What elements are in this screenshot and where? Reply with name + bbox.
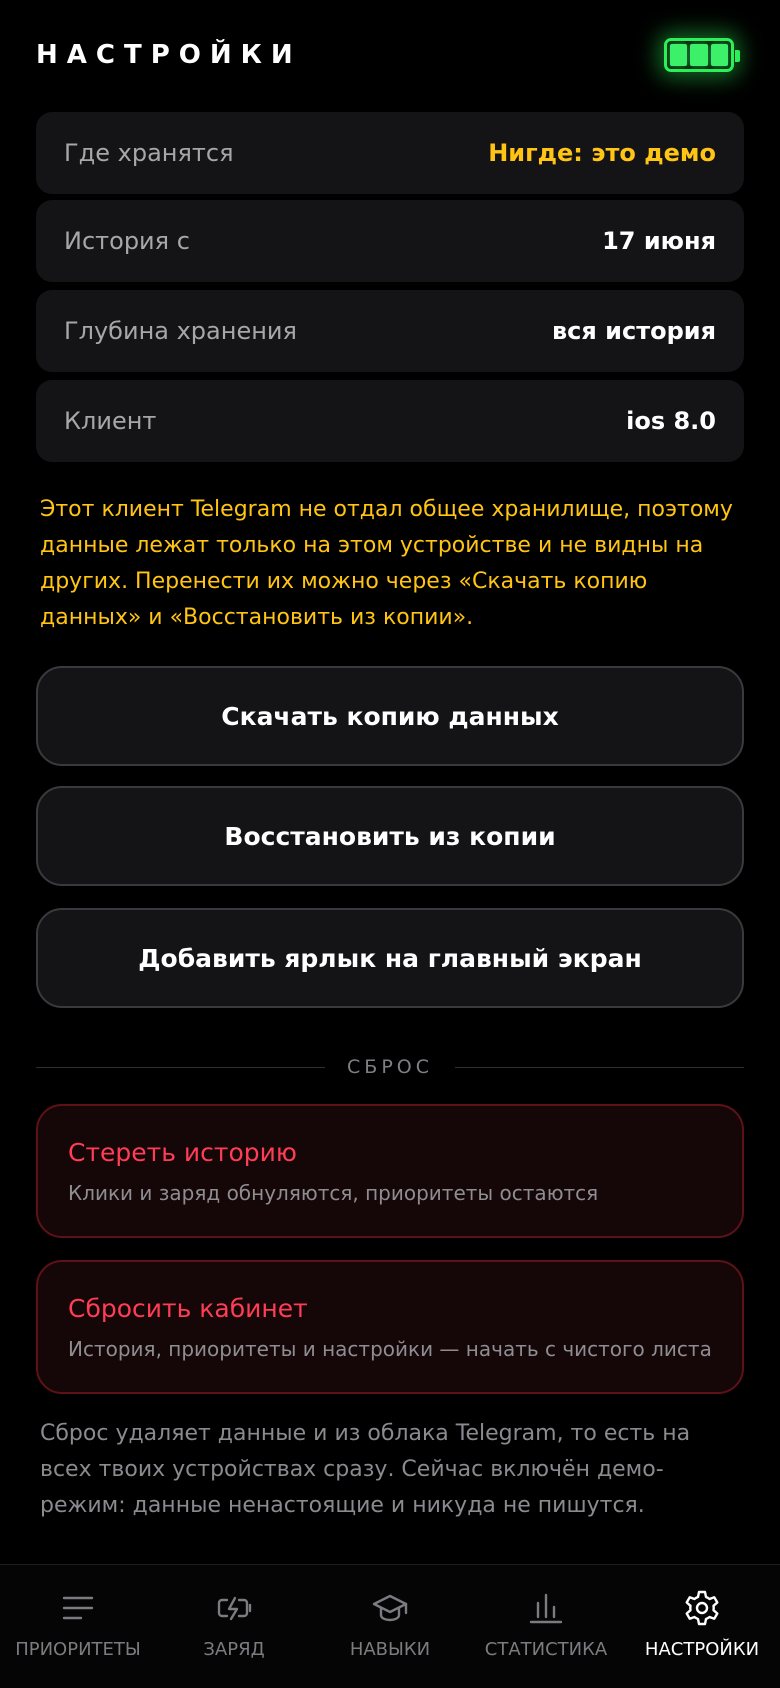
- tab-label: НАСТРОЙКИ: [644, 1639, 760, 1660]
- reset-cabinet-title: Сбросить кабинет: [68, 1294, 308, 1323]
- reset-divider: СБРОС: [36, 1054, 745, 1080]
- erase-history-title: Стереть историю: [68, 1138, 297, 1167]
- info-row-storage-depth: Глубина хранения вся история: [36, 290, 744, 372]
- info-label: Глубина хранения: [64, 317, 297, 345]
- info-value: вся история: [551, 317, 716, 345]
- info-label: Где хранятся: [64, 139, 234, 167]
- info-value: Нигде: это демо: [488, 139, 716, 167]
- info-label: История с: [64, 227, 190, 255]
- download-copy-button[interactable]: Скачать копию данных: [36, 666, 744, 766]
- tab-charge[interactable]: ЗАРЯД: [156, 1565, 312, 1688]
- info-value: ios 8.0: [626, 407, 716, 435]
- info-row-storage: Где хранятся Нигде: это демо: [36, 112, 744, 194]
- erase-history-button[interactable]: Стереть историю Клики и заряд обнуляются…: [36, 1104, 744, 1238]
- storage-notice: Этот клиент Telegram не отдал общее хран…: [40, 497, 733, 630]
- tab-label: ПРИОРИТЕТЫ: [15, 1639, 141, 1660]
- tab-label: ЗАРЯД: [203, 1639, 265, 1660]
- restore-from-copy-button[interactable]: Восстановить из копии: [36, 786, 744, 886]
- info-row-history-since: История с 17 июня: [36, 200, 744, 282]
- tab-skills[interactable]: НАВЫКИ: [312, 1565, 468, 1688]
- tab-label: СТАТИСТИКА: [484, 1639, 608, 1660]
- erase-history-subtitle: Клики и заряд обнуляются, приоритеты ост…: [68, 1181, 599, 1205]
- add-shortcut-button[interactable]: Добавить ярлык на главный экран: [36, 908, 744, 1008]
- reset-cabinet-subtitle: История, приоритеты и настройки — начать…: [68, 1337, 712, 1361]
- list-lines-icon: [62, 1596, 94, 1620]
- page-title: НАСТРОЙКИ: [36, 40, 302, 70]
- reset-footnote: Сброс удаляет данные и из облака Telegra…: [40, 1421, 691, 1518]
- info-value: 17 июня: [602, 227, 716, 255]
- tab-statistics[interactable]: СТАТИСТИКА: [468, 1565, 624, 1688]
- info-label: Клиент: [64, 407, 157, 435]
- header: НАСТРОЙКИ: [0, 0, 780, 112]
- gear-icon: [685, 1590, 719, 1626]
- reset-section-label: СБРОС: [347, 1056, 433, 1078]
- tab-settings[interactable]: НАСТРОЙКИ: [624, 1565, 780, 1688]
- info-row-client: Клиент ios 8.0: [36, 380, 744, 462]
- tab-label: НАВЫКИ: [349, 1639, 431, 1660]
- tab-priorities[interactable]: ПРИОРИТЕТЫ: [0, 1565, 156, 1688]
- tab-bar: ПРИОРИТЕТЫ ЗАРЯД НАВЫКИ СТАТИСТИКА НАСТР…: [0, 1564, 780, 1688]
- bar-chart-icon: [529, 1593, 563, 1624]
- reset-cabinet-button[interactable]: Сбросить кабинет История, приоритеты и н…: [36, 1260, 744, 1394]
- battery-charge-icon: [217, 1596, 252, 1621]
- graduation-cap-icon: [372, 1594, 408, 1622]
- battery-full-icon: [664, 38, 740, 72]
